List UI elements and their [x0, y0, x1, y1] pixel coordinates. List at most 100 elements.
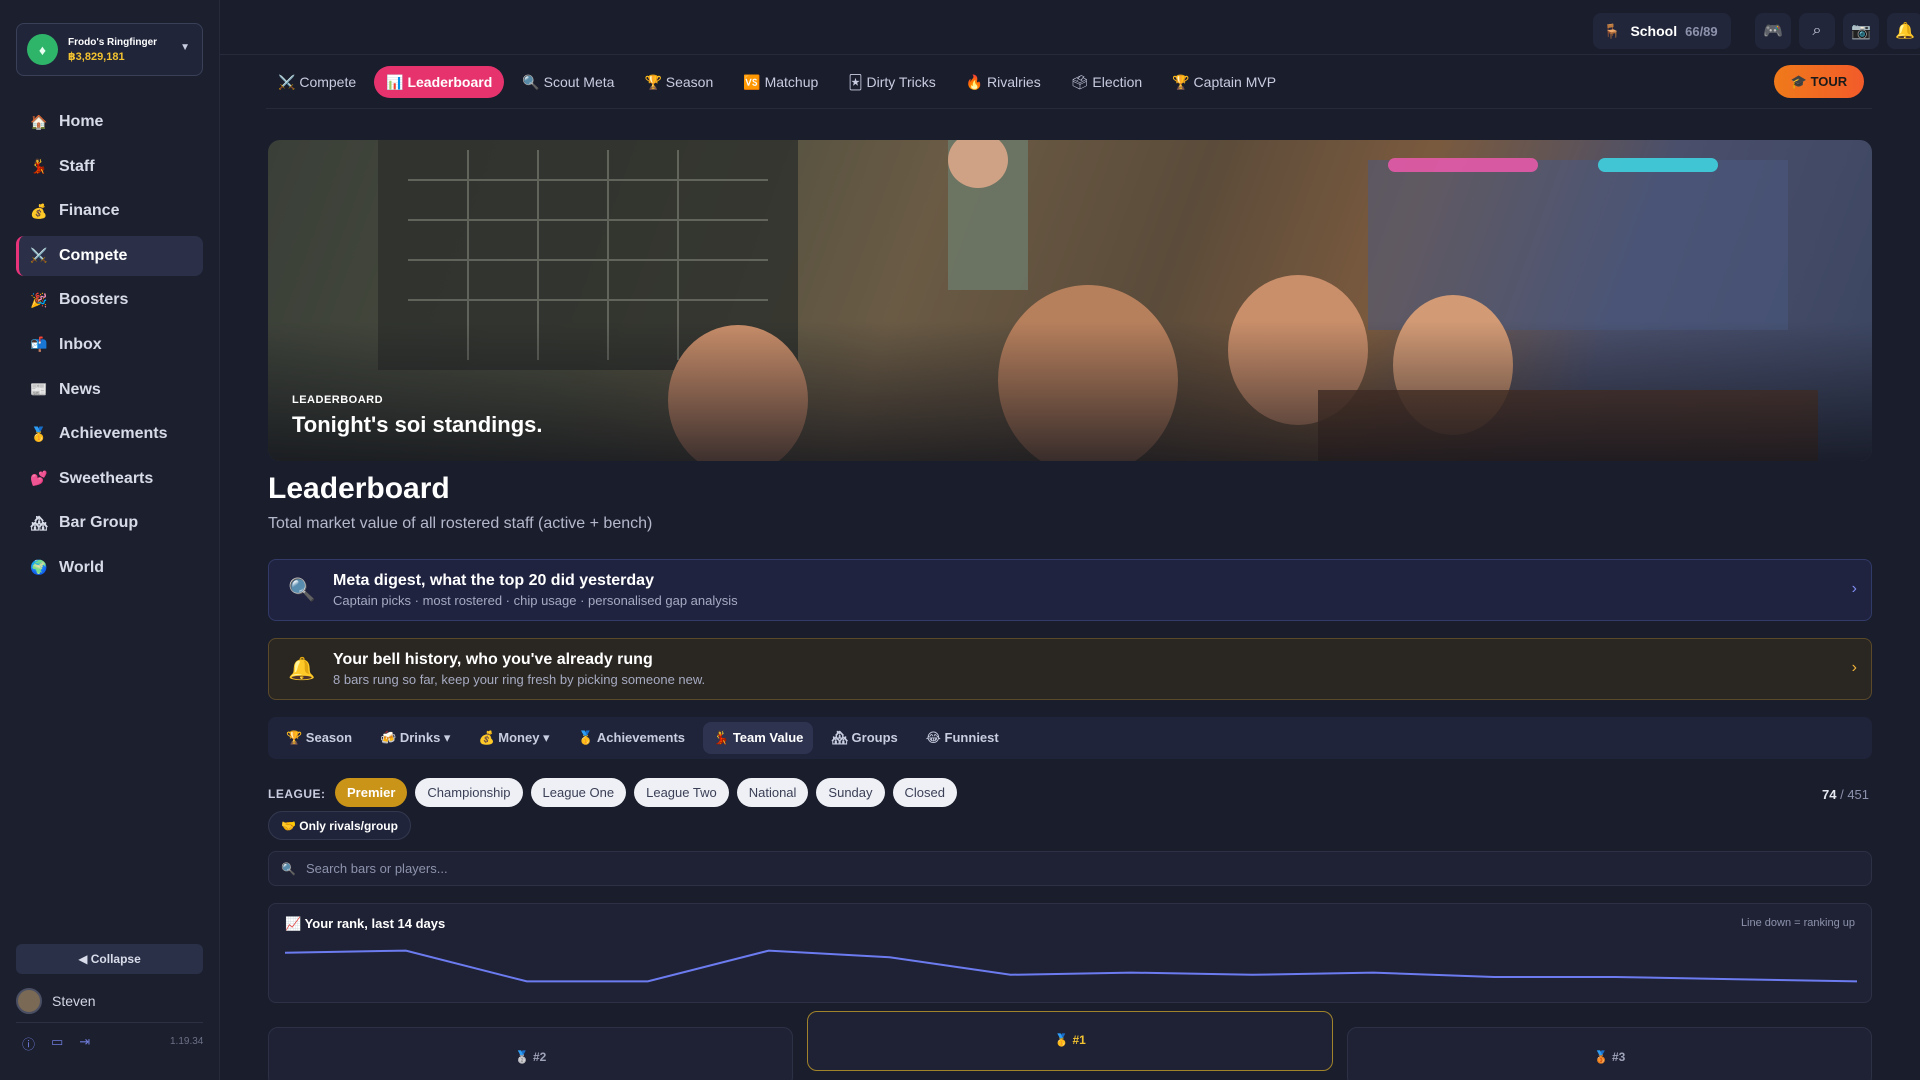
- league-league-two[interactable]: League Two: [634, 778, 729, 807]
- tab-election[interactable]: 🗳 Election: [1059, 66, 1154, 98]
- chair-icon: 🪑: [1603, 22, 1621, 39]
- hero-gradient: [268, 321, 1872, 461]
- sidebar-item-sweethearts[interactable]: 💕 Sweethearts: [16, 459, 203, 499]
- tab-leaderboard[interactable]: 📊 Leaderboard: [374, 66, 505, 98]
- sidebar-item-label: News: [59, 380, 101, 398]
- league-league-one[interactable]: League One: [530, 778, 627, 807]
- tab-scout-meta[interactable]: 🔍 Scout Meta: [510, 66, 626, 98]
- league-championship[interactable]: Championship: [415, 778, 523, 807]
- meta-digest-banner[interactable]: 🔍 Meta digest, what the top 20 did yeste…: [268, 559, 1872, 621]
- school-count: 66/89: [1685, 23, 1718, 39]
- sidebar-item-label: Compete: [59, 246, 128, 264]
- compete-tabs: ⚔️ Compete 📊 Leaderboard 🔍 Scout Meta 🏆 …: [266, 66, 1294, 98]
- account-switcher[interactable]: ♦ Frodo's Ringfinger ฿3,829,181 ▼: [16, 23, 203, 76]
- league-premier[interactable]: Premier: [335, 778, 408, 807]
- hearts-icon: 💕: [30, 470, 48, 487]
- crossed-swords-icon: ⚔️: [30, 247, 48, 264]
- divider: [16, 1022, 203, 1023]
- sidebar-item-boosters[interactable]: 🎉 Boosters: [16, 280, 203, 320]
- search-icon[interactable]: ⌕: [1799, 13, 1835, 49]
- podium-card-2[interactable]: 🥈 #2: [268, 1027, 793, 1080]
- banner-subtitle: Captain picks · most rostered · chip usa…: [333, 593, 738, 608]
- tab-captain-mvp[interactable]: 🏆 Captain MVP: [1160, 66, 1288, 98]
- rivals-toggle[interactable]: 🤝 Only rivals/group: [268, 811, 411, 840]
- bell-icon: 🔔: [288, 656, 316, 681]
- sidebar-item-label: Sweethearts: [59, 469, 154, 487]
- money-bag-icon: 💰: [30, 202, 48, 219]
- sidebar: ♦ Frodo's Ringfinger ฿3,829,181 ▼ 🏠 Home …: [0, 0, 220, 1080]
- tab-dirty-tricks[interactable]: 🃏 Dirty Tricks: [836, 66, 947, 98]
- tab-rivalries[interactable]: 🔥 Rivalries: [954, 66, 1053, 98]
- gamepad-icon[interactable]: 🎮: [1755, 13, 1791, 49]
- category-funniest[interactable]: 😂 Funniest: [916, 722, 1009, 754]
- tab-label: Captain MVP: [1193, 74, 1277, 90]
- search-icon: 🔍: [281, 861, 296, 876]
- sidebar-item-staff[interactable]: 💃 Staff: [16, 147, 203, 187]
- podium-card-3[interactable]: 🥉 #3: [1347, 1027, 1872, 1080]
- podium-card-1[interactable]: 🥇 #1: [807, 1011, 1333, 1071]
- sidebar-item-finance[interactable]: 💰 Finance: [16, 191, 203, 231]
- league-sunday[interactable]: Sunday: [816, 778, 885, 807]
- tab-label: Leaderboard: [407, 74, 493, 90]
- magnifier-icon: 🔍: [522, 73, 540, 90]
- category-team-value[interactable]: 💃 Team Value: [703, 722, 814, 754]
- tab-compete[interactable]: ⚔️ Compete: [266, 66, 368, 98]
- magnifier-icon: 🔍: [288, 577, 316, 602]
- help-icon[interactable]: ⓘ: [22, 1034, 35, 1053]
- search-bar[interactable]: 🔍: [268, 851, 1872, 886]
- sidebar-item-label: Finance: [59, 202, 120, 220]
- bell-history-banner[interactable]: 🔔 Your bell history, who you've already …: [268, 638, 1872, 700]
- medal-icon: 🥇: [30, 425, 48, 442]
- trophy-icon: 🏆: [1172, 73, 1190, 90]
- account-name: Frodo's Ringfinger: [68, 36, 158, 48]
- count-shown: 74: [1822, 787, 1837, 802]
- league-closed[interactable]: Closed: [892, 778, 957, 807]
- category-drinks[interactable]: 🍻 Drinks ▾: [370, 722, 460, 754]
- search-input[interactable]: [305, 861, 1806, 876]
- league-label: LEAGUE:: [268, 787, 326, 801]
- user-profile[interactable]: Steven: [16, 988, 96, 1014]
- sidebar-item-achievements[interactable]: 🥇 Achievements: [16, 414, 203, 454]
- league-national[interactable]: National: [736, 778, 809, 807]
- hero-title: Tonight's soi standings.: [292, 412, 543, 437]
- sidebar-item-bar-group[interactable]: 🏘 Bar Group: [16, 503, 203, 543]
- sidebar-item-compete[interactable]: ⚔️ Compete: [16, 235, 203, 276]
- trophy-icon: 🏆: [644, 73, 662, 90]
- category-groups[interactable]: 🏘 Groups: [821, 722, 907, 754]
- banner-title: Meta digest, what the top 20 did yesterd…: [333, 572, 654, 589]
- tab-matchup[interactable]: 🆚 Matchup: [731, 66, 830, 98]
- account-money: ฿3,829,181: [68, 50, 125, 63]
- category-money[interactable]: 💰 Money ▾: [468, 722, 559, 754]
- user-name: Steven: [52, 993, 96, 1009]
- banner-title: Your bell history, who you've already ru…: [333, 651, 653, 668]
- logout-icon[interactable]: ⇥: [79, 1034, 90, 1053]
- school-button[interactable]: 🪑 School 66/89: [1593, 13, 1731, 49]
- bar-chart-icon: 📊: [386, 73, 404, 90]
- podium-rank: 🥈 #2: [514, 1050, 547, 1064]
- sidebar-item-label: World: [59, 558, 105, 576]
- tab-label: Season: [665, 74, 714, 90]
- tab-season[interactable]: 🏆 Season: [632, 66, 725, 98]
- gem-icon: ♦: [27, 34, 58, 65]
- category-season[interactable]: 🏆 Season: [276, 722, 362, 754]
- sidebar-item-label: Boosters: [59, 291, 129, 309]
- rank-series-line: [284, 949, 1858, 983]
- tab-label: Matchup: [764, 74, 819, 90]
- chat-icon[interactable]: ▭: [51, 1034, 63, 1053]
- collapse-button[interactable]: ◀ Collapse: [16, 944, 203, 974]
- bell-icon[interactable]: 🔔: [1887, 13, 1920, 49]
- sidebar-item-label: Staff: [59, 157, 95, 175]
- sidebar-item-inbox[interactable]: 📬 Inbox: [16, 325, 203, 365]
- camera-icon[interactable]: 📷: [1843, 13, 1879, 49]
- sidebar-item-world[interactable]: 🌍 World: [16, 548, 203, 588]
- banner-subtitle: 8 bars rung so far, keep your ring fresh…: [333, 672, 706, 687]
- sidebar-item-news[interactable]: 📰 News: [16, 370, 203, 410]
- tour-button[interactable]: 🎓 TOUR: [1774, 65, 1864, 98]
- count-total: / 451: [1840, 787, 1870, 802]
- page-subtitle: Total market value of all rostered staff…: [268, 515, 653, 532]
- league-filter: Premier Championship League One League T…: [335, 778, 957, 807]
- category-achievements[interactable]: 🥇 Achievements: [568, 722, 695, 754]
- avatar: [16, 988, 42, 1014]
- podium-rank: 🥇 #1: [1054, 1033, 1086, 1047]
- sidebar-item-home[interactable]: 🏠 Home: [16, 102, 203, 142]
